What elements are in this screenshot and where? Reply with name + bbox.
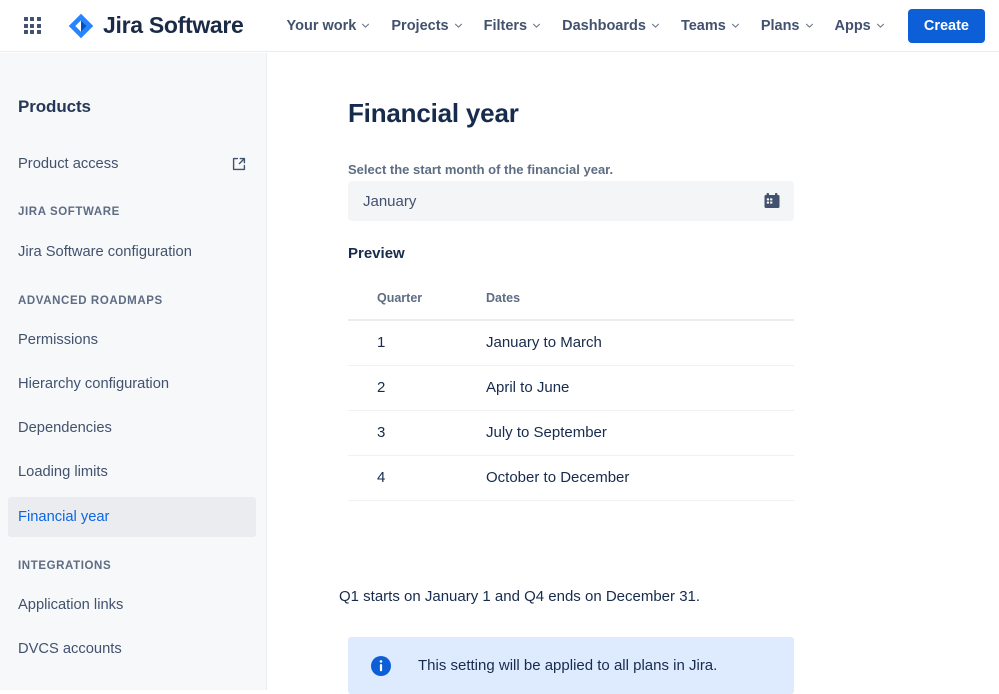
nav-item-label: Your work [286,17,357,34]
sidebar-item-jira-software-configuration[interactable]: Jira Software configuration [8,232,256,272]
sidebar-item-label: Loading limits [18,464,108,480]
column-header-dates: Dates [458,285,794,321]
nav-item-label: Projects [391,17,449,34]
nav-item-filters[interactable]: Filters [475,12,551,40]
column-header-quarter: Quarter [348,285,458,321]
start-month-label: Select the start month of the financial … [348,162,614,177]
nav-item-projects[interactable]: Projects [382,12,471,40]
cell-dates: January to March [458,320,794,366]
sidebar-section-jira-software: JIRA SOFTWARE [18,206,120,218]
external-link-icon [232,157,246,171]
start-month-select[interactable]: January [348,181,794,221]
sidebar-item-hierarchy-configuration[interactable]: Hierarchy configuration [8,364,256,404]
table-header-row: Quarter Dates [348,285,794,321]
chevron-down-icon [454,23,462,28]
sidebar-section-integrations: INTEGRATIONS [18,560,112,572]
cell-quarter: 4 [348,455,458,501]
top-navigation-bar: Jira Software Your work Projects Filters… [0,0,999,52]
brand-name: Jira Software [103,12,244,38]
sidebar-item-label: Financial year [18,509,110,525]
nav-item-teams[interactable]: Teams [672,12,749,40]
chevron-down-icon [362,23,370,28]
cell-quarter: 1 [348,320,458,366]
grid-apps-icon [23,17,41,34]
sidebar-section-advanced-roadmaps: ADVANCED ROADMAPS [18,295,163,307]
table-row: 4 October to December [348,455,794,501]
calendar-icon [763,192,781,210]
create-button[interactable]: Create [907,9,985,43]
sidebar-item-financial-year[interactable]: Financial year [8,497,256,537]
nav-item-plans[interactable]: Plans [752,12,823,40]
sidebar-item-label: Permissions [18,332,98,348]
quarters-note: Q1 starts on January 1 and Q4 ends on De… [339,588,701,605]
chevron-down-icon [805,23,813,28]
sidebar-item-dependencies[interactable]: Dependencies [8,408,256,448]
cell-quarter: 3 [348,410,458,456]
chevron-down-icon [876,23,884,28]
sidebar-item-label: Jira Software configuration [18,244,192,260]
brand-home-link[interactable]: Jira Software [67,12,244,40]
chevron-down-icon [651,23,659,28]
info-circle-icon [370,655,392,677]
nav-item-label: Plans [760,17,800,34]
app-switcher-button[interactable] [16,10,48,42]
cell-dates: October to December [458,455,794,501]
sidebar-title: Products [18,97,91,116]
info-banner-text: This setting will be applied to all plan… [418,657,718,674]
primary-nav-items: Your work Projects Filters Dashboards Te… [278,12,897,40]
info-banner: This setting will be applied to all plan… [348,637,794,694]
settings-sidebar: Products Product access JIRA SOFTWARE Ji… [0,53,267,690]
quarters-preview-table: Quarter Dates 1 January to March 2 April… [348,285,794,501]
nav-item-label: Filters [483,17,528,34]
nav-item-label: Dashboards [562,17,646,34]
nav-item-label: Apps [834,17,871,34]
start-month-value: January [363,192,417,210]
cell-quarter: 2 [348,365,458,411]
sidebar-item-label: Hierarchy configuration [18,376,170,392]
nav-item-dashboards[interactable]: Dashboards [553,12,669,40]
sidebar-item-label: Product access [18,156,119,172]
sidebar-item-label: Dependencies [18,420,112,436]
nav-item-label: Teams [680,17,726,34]
main-content: Financial year Select the start month of… [267,53,999,694]
sidebar-item-label: Application links [18,597,124,613]
nav-item-apps[interactable]: Apps [826,12,894,40]
sidebar-item-permissions[interactable]: Permissions [8,320,256,360]
sidebar-item-label: DVCS accounts [18,641,122,657]
cell-dates: April to June [458,365,794,411]
cell-dates: July to September [458,410,794,456]
jira-diamond-logo [67,12,95,40]
sidebar-item-loading-limits[interactable]: Loading limits [8,452,256,492]
page-title: Financial year [348,98,519,128]
table-row: 1 January to March [348,320,794,366]
sidebar-item-dvcs-accounts[interactable]: DVCS accounts [8,629,256,669]
nav-item-your-work[interactable]: Your work [278,12,380,40]
chevron-down-icon [533,23,541,28]
chevron-down-icon [731,23,739,28]
sidebar-item-product-access[interactable]: Product access [8,144,256,184]
preview-heading: Preview [348,245,405,262]
sidebar-item-application-links[interactable]: Application links [8,585,256,625]
table-row: 3 July to September [348,410,794,456]
table-row: 2 April to June [348,365,794,411]
